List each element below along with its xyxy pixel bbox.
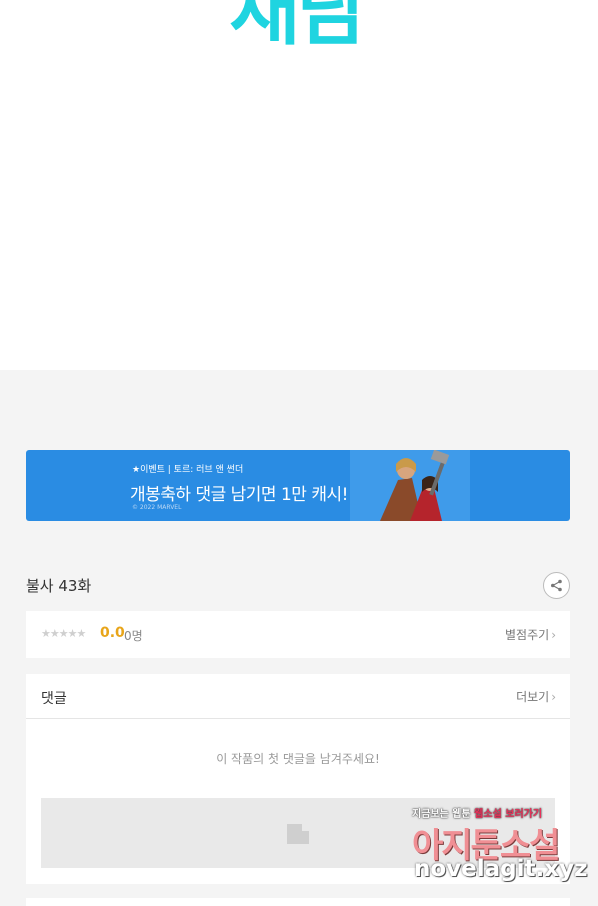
rating-score: 0.0 (100, 625, 125, 641)
share-button[interactable] (543, 572, 570, 599)
banner-hero-art (350, 450, 470, 521)
rating-stars: ★★★★★ (41, 627, 86, 640)
site-watermark: 지금보는 웹툰 웹소설 보러가기 아지툰소설 novelagit.xyz (408, 802, 587, 886)
banner-tag: ★이벤트 | 토르: 러브 앤 썬더 (132, 465, 244, 475)
compose-icon (287, 824, 309, 844)
watermark-domain: novelagit.xyz (414, 856, 588, 882)
chevron-right-icon: › (551, 690, 556, 704)
rating-card: ★★★★★ 0.0 0명 별점주기 › (26, 611, 570, 658)
rate-button-label: 별점주기 (505, 628, 550, 642)
share-icon (551, 579, 562, 592)
comment-header: 댓글 더보기 › (26, 674, 570, 719)
episode-title: 불사 43화 (26, 577, 92, 595)
next-card-edge (26, 898, 570, 906)
more-comments-label: 더보기 (516, 690, 550, 704)
episode-content-end: 채담 (0, 0, 598, 370)
comment-title: 댓글 (41, 691, 67, 707)
banner-headline: 개봉축하 댓글 남기면 1만 캐시! (130, 485, 348, 505)
banner-copyright: © 2022 MARVEL (132, 504, 182, 511)
empty-comments-message: 이 작품의 첫 댓글을 남겨주세요! (216, 752, 380, 766)
chevron-right-icon: › (551, 628, 556, 642)
logo-text: 채담 (229, 0, 369, 56)
rate-button[interactable]: 별점주기 › (505, 626, 556, 643)
event-banner[interactable]: ★이벤트 | 토르: 러브 앤 썬더 개봉축하 댓글 남기면 1만 캐시! © … (26, 450, 570, 521)
rating-count: 0명 (124, 629, 143, 643)
more-comments-button[interactable]: 더보기 › (516, 688, 556, 705)
